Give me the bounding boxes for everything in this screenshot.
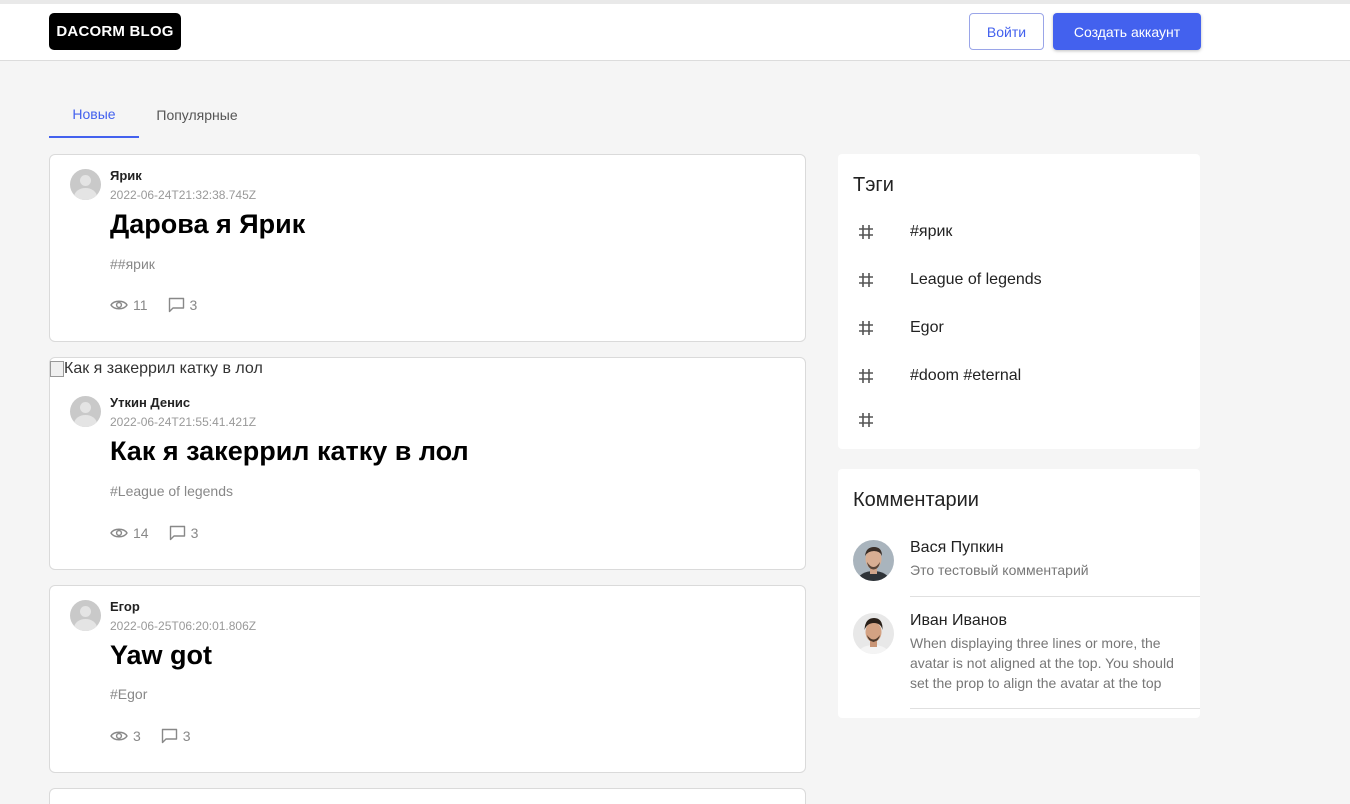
tab-popular[interactable]: Популярные: [139, 92, 255, 138]
eye-icon: [110, 528, 128, 538]
comment-text: Это тестовый комментарий: [910, 562, 1089, 578]
tag-label: #doom #eternal: [910, 367, 1022, 384]
post-card: [49, 788, 806, 804]
hash-icon: [859, 273, 873, 287]
post-date: 2022-06-25T06:20:01.806Z: [110, 619, 257, 633]
post-date: 2022-06-24T21:55:41.421Z: [110, 415, 257, 429]
commenter-avatar[interactable]: [853, 613, 894, 654]
tag-label: #ярик: [910, 223, 953, 240]
tag-item[interactable]: #doom #eternal: [838, 361, 1200, 391]
broken-image-icon: [50, 361, 64, 377]
tags-panel: Тэги #ярик League of legends Egor #doom …: [838, 154, 1200, 449]
tag-item[interactable]: Egor: [838, 313, 1200, 343]
login-button[interactable]: Войти: [969, 13, 1044, 50]
tags-panel-title: Тэги: [853, 174, 894, 196]
post-author[interactable]: Уткин Денис: [110, 395, 190, 410]
comment-text: When displaying three lines or more, the…: [910, 635, 1174, 691]
post-title[interactable]: Yaw got: [110, 640, 212, 671]
tag-label: Egor: [910, 319, 944, 336]
tab-new[interactable]: Новые: [49, 92, 139, 138]
post-title[interactable]: Как я закеррил катку в лол: [110, 436, 469, 467]
tag-label: League of legends: [910, 271, 1042, 288]
post-stats: 11 3: [110, 296, 217, 314]
post-card: Как я закеррил катку в лол Уткин Денис 2…: [49, 357, 806, 570]
hash-icon: [859, 321, 873, 335]
comment-item[interactable]: Иван Иванов When displaying three lines …: [838, 612, 1200, 710]
views-count: 11: [133, 297, 148, 313]
tag-item[interactable]: #ярик: [838, 217, 1200, 247]
post-card: Ярик 2022-06-24T21:32:38.745Z Дарова я Я…: [49, 154, 806, 342]
logo[interactable]: DACORM BLOG: [49, 13, 181, 50]
author-avatar[interactable]: [70, 396, 101, 427]
comment-icon: [169, 525, 185, 541]
create-account-button[interactable]: Создать аккаунт: [1053, 13, 1201, 50]
tag-item[interactable]: League of legends: [838, 265, 1200, 295]
comments-count: 3: [190, 525, 199, 541]
hash-icon: [859, 413, 873, 427]
comments-count: 3: [189, 297, 198, 313]
views-count: 14: [133, 525, 149, 541]
eye-icon: [110, 300, 128, 310]
post-image[interactable]: Как я закеррил катку в лол: [50, 360, 263, 378]
post-tags[interactable]: ##ярик: [110, 256, 155, 272]
comment-icon: [161, 728, 177, 744]
author-avatar[interactable]: [70, 169, 101, 200]
comments-count: 3: [182, 728, 191, 744]
hash-icon: [859, 369, 873, 383]
post-image-alt: Как я закеррил катку в лол: [64, 360, 263, 377]
eye-icon: [110, 731, 128, 741]
post-tags[interactable]: #Egor: [110, 686, 147, 702]
app-header: DACORM BLOG Войти Создать аккаунт: [0, 4, 1350, 61]
author-avatar[interactable]: [70, 600, 101, 631]
post-author[interactable]: Ярик: [110, 168, 142, 183]
post-card: Егор 2022-06-25T06:20:01.806Z Yaw got #E…: [49, 585, 806, 773]
views-count: 3: [133, 728, 141, 744]
commenter-avatar[interactable]: [853, 540, 894, 581]
post-title[interactable]: Дарова я Ярик: [110, 209, 305, 240]
comments-panel: Комментарии Вася Пупкин Это тестовый ком…: [838, 469, 1200, 718]
post-author[interactable]: Егор: [110, 599, 140, 614]
hash-icon: [859, 225, 873, 239]
post-stats: 3 3: [110, 727, 211, 745]
commenter-name: Иван Иванов: [910, 612, 1007, 629]
comment-icon: [168, 297, 184, 313]
tag-item[interactable]: [838, 405, 1200, 435]
post-stats: 14 3: [110, 524, 218, 542]
comment-divider: [910, 708, 1200, 709]
comment-divider: [910, 596, 1200, 597]
comments-panel-title: Комментарии: [853, 489, 979, 511]
post-tabs: Новые Популярные: [49, 92, 269, 139]
commenter-name: Вася Пупкин: [910, 539, 1004, 556]
comment-item[interactable]: Вася Пупкин Это тестовый комментарий: [838, 539, 1200, 597]
post-tags[interactable]: #League of legends: [110, 483, 233, 499]
post-date: 2022-06-24T21:32:38.745Z: [110, 188, 257, 202]
